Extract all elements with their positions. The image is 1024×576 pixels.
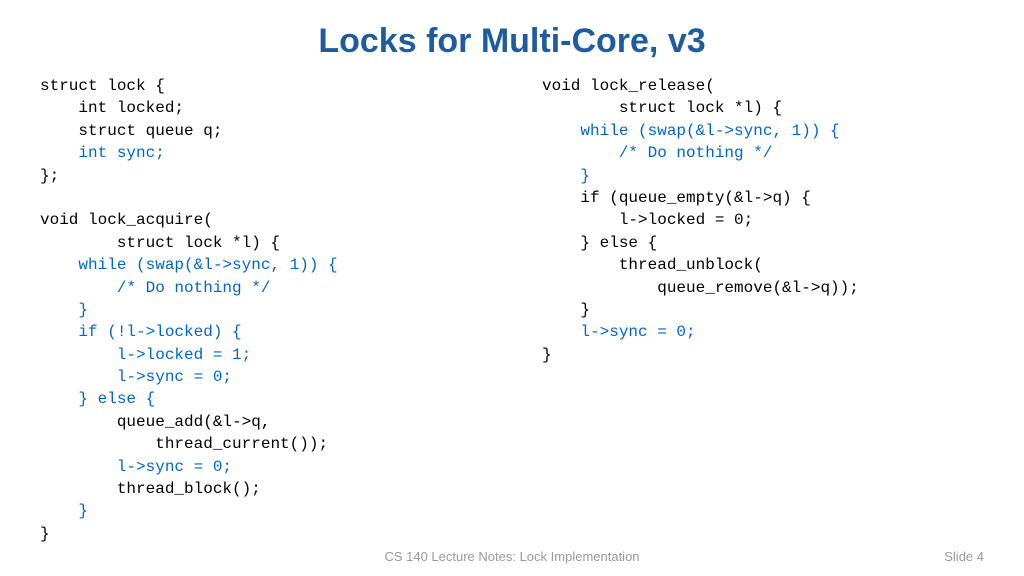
code-line-highlight: } (580, 167, 590, 185)
code-line: l->locked = 0; (542, 211, 753, 229)
code-indent (40, 458, 117, 476)
code-line-highlight: /* Do nothing */ (619, 144, 773, 162)
code-line: thread_current()); (40, 435, 328, 453)
code-line-highlight: while (swap(&l->sync, 1)) { (580, 122, 839, 140)
code-line: } else { (542, 234, 657, 252)
code-line: thread_unblock( (542, 256, 763, 274)
code-indent (40, 368, 117, 386)
code-indent (40, 256, 78, 274)
code-line-highlight: l->locked = 1; (117, 346, 251, 364)
code-line: struct lock { (40, 77, 165, 95)
code-indent (40, 346, 117, 364)
code-line: }; (40, 167, 59, 185)
code-line-highlight: l->sync = 0; (117, 368, 232, 386)
code-columns: struct lock { int locked; struct queue q… (0, 75, 1024, 545)
code-line-highlight: /* Do nothing */ (117, 279, 271, 297)
code-line-highlight: } (78, 502, 88, 520)
code-indent (40, 390, 78, 408)
code-indent (542, 167, 580, 185)
code-indent (542, 144, 619, 162)
code-line: queue_remove(&l->q)); (542, 279, 859, 297)
code-indent (40, 279, 117, 297)
code-indent (40, 502, 78, 520)
code-line: thread_block(); (40, 480, 261, 498)
code-line-highlight: } else { (78, 390, 155, 408)
footer-right: Slide 4 (944, 549, 984, 564)
code-line: struct queue q; (40, 122, 222, 140)
code-line-highlight: if (!l->locked) { (78, 323, 241, 341)
code-line: void lock_acquire( (40, 211, 213, 229)
code-right: void lock_release( struct lock *l) { whi… (542, 75, 984, 545)
code-line: } (542, 301, 590, 319)
code-left: struct lock { int locked; struct queue q… (40, 75, 482, 545)
code-line: if (queue_empty(&l->q) { (542, 189, 811, 207)
code-line-highlight: while (swap(&l->sync, 1)) { (78, 256, 337, 274)
code-line-highlight: l->sync = 0; (117, 458, 232, 476)
code-line: struct lock *l) { (542, 99, 782, 117)
code-indent (40, 323, 78, 341)
code-line-highlight: l->sync = 0; (580, 323, 695, 341)
slide-title: Locks for Multi-Core, v3 (0, 0, 1024, 75)
code-indent (542, 122, 580, 140)
code-line: int locked; (40, 99, 184, 117)
code-line: struct lock *l) { (40, 234, 280, 252)
code-line: } (542, 346, 552, 364)
code-line-highlight: } (78, 301, 88, 319)
slide-footer: CS 140 Lecture Notes: Lock Implementatio… (0, 549, 1024, 564)
code-line-highlight: int sync; (40, 144, 165, 162)
code-line: } (40, 525, 50, 543)
footer-center: CS 140 Lecture Notes: Lock Implementatio… (384, 549, 639, 564)
code-line: queue_add(&l->q, (40, 413, 270, 431)
code-indent (40, 301, 78, 319)
code-indent (542, 323, 580, 341)
code-line: void lock_release( (542, 77, 715, 95)
